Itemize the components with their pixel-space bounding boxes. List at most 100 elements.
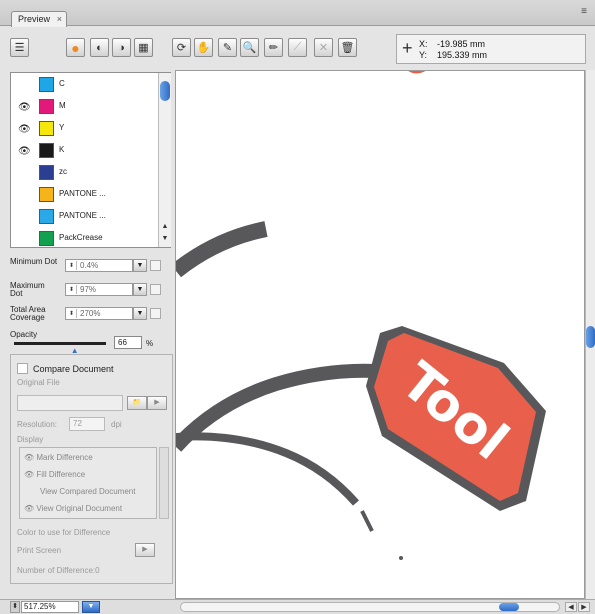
x-coordinate-value: -19.985 mm <box>437 39 486 49</box>
opacity-slider-track[interactable] <box>14 342 106 345</box>
separation-name: M <box>59 101 66 110</box>
opacity-input[interactable]: 66 <box>114 336 142 349</box>
color-swatch <box>39 77 54 92</box>
separation-name: Y <box>59 123 65 132</box>
opacity-unit: % <box>146 339 154 348</box>
scroll-up-icon[interactable]: ▲ <box>159 223 171 234</box>
separation-row[interactable]: 👁 K <box>11 140 157 162</box>
visibility-eye-icon[interactable]: 👁 <box>18 146 31 157</box>
canvas-vertical-scrollbar[interactable] <box>585 70 595 599</box>
min-dot-field[interactable]: ⬍ 0.4% <box>65 259 133 272</box>
min-dot-value: 0.4% <box>80 261 99 270</box>
pencil-icon[interactable]: ✏ <box>264 38 283 57</box>
display-options: 👁 Mark Difference 👁 Fill Difference View… <box>19 447 157 519</box>
color-swatch <box>39 187 54 202</box>
tac-dropdown[interactable]: ▼ <box>133 307 147 320</box>
separation-row[interactable]: zc <box>11 162 157 184</box>
original-file-input[interactable] <box>17 395 123 411</box>
max-dot-label: Maximum Dot <box>10 281 45 298</box>
separation-name: zc <box>59 167 67 176</box>
visibility-eye-icon[interactable]: 👁 <box>18 124 31 135</box>
hand-tool-icon[interactable]: ✋ <box>194 38 213 57</box>
display-option-fill-difference[interactable]: 👁 Fill Difference <box>24 470 85 479</box>
view-mode-icon[interactable]: ▦ <box>134 38 153 57</box>
toolbar: + X: -19.985 mm Y: 195.339 mm ☰ ● ◐ ◑ ▦ ⟳ ✋ ✎ 🔍 ✏… <box>8 34 586 64</box>
min-dot-checkbox[interactable] <box>150 260 161 271</box>
separation-row[interactable]: PANTONE ... <box>11 184 157 206</box>
zoom-control[interactable]: ⬍ 517.25% ▼ <box>10 601 100 613</box>
eyedropper-icon[interactable]: ✎ <box>218 38 237 57</box>
separations-scrollbar[interactable]: ▲ ▼ <box>158 73 171 247</box>
panel-options-icon[interactable]: ≡ <box>581 6 587 17</box>
load-file-button[interactable]: ▶ <box>147 396 167 410</box>
tab-preview-label: Preview <box>18 14 51 24</box>
rotate-icon[interactable]: ⟳ <box>172 38 191 57</box>
panel-menu-icon[interactable]: ☰ <box>10 38 29 57</box>
scroll-right-icon[interactable]: ▶ <box>578 602 590 612</box>
display-option-view-original[interactable]: 👁 View Original Document <box>24 504 122 513</box>
print-screen-label: Print Screen <box>17 546 62 555</box>
left-panel: ▲ ▼ C 👁 M 👁 Y 👁 Kzc PANTONE ... PANTONE ... PackC… <box>8 70 173 610</box>
max-dot-field[interactable]: ⬍ 97% <box>65 283 133 296</box>
visibility-eye-icon[interactable]: 👁 <box>18 102 31 113</box>
tac-checkbox[interactable] <box>150 308 161 319</box>
zoom-tool-icon[interactable]: 🔍 <box>240 38 259 57</box>
scrollbar-thumb[interactable] <box>160 81 170 101</box>
separation-row[interactable]: C <box>11 74 157 96</box>
measure-icon[interactable]: ⟋ <box>288 38 307 57</box>
scroll-left-icon[interactable]: ◀ <box>565 602 577 612</box>
display-option-mark-difference[interactable]: 👁 Mark Difference <box>24 453 93 462</box>
separation-row[interactable]: PackCrease <box>11 228 157 250</box>
separation-name: PackCrease <box>59 233 103 242</box>
zoom-dropdown[interactable]: ▼ <box>82 601 100 613</box>
y-coordinate-label: Y: <box>419 50 428 60</box>
separation-name: PANTONE ... <box>59 211 106 220</box>
separation-name: PANTONE ... <box>59 189 106 198</box>
color-swatch <box>39 165 54 180</box>
color-sphere-icon[interactable]: ● <box>66 38 85 57</box>
compare-document-label: Compare Document <box>33 364 114 374</box>
canvas-horizontal-thumb[interactable] <box>499 603 519 611</box>
browse-folder-icon[interactable]: 📁 <box>127 396 147 410</box>
resolution-unit: dpi <box>111 420 122 429</box>
panel-tab-bar: Preview × ≡ <box>0 0 595 27</box>
separation-row[interactable]: 👁 M <box>11 96 157 118</box>
tab-preview[interactable]: Preview × <box>11 11 67 27</box>
max-dot-dropdown[interactable]: ▼ <box>133 283 147 296</box>
canvas-horizontal-scrollbar[interactable] <box>180 602 560 612</box>
compare-document-checkbox[interactable] <box>17 363 28 374</box>
stepper-icon[interactable]: ⬍ <box>67 285 77 294</box>
artwork-fragment <box>360 510 374 532</box>
zoom-stepper-icon[interactable]: ⬍ <box>10 601 20 613</box>
display-scrollbar[interactable] <box>159 447 169 519</box>
color-swatch <box>39 121 54 136</box>
resolution-input[interactable]: 72 <box>69 417 105 431</box>
color-swatch <box>39 143 54 158</box>
zoom-value[interactable]: 517.25% <box>21 601 79 613</box>
trash-icon[interactable]: 🗑 <box>338 38 357 57</box>
preview-canvas[interactable]: Tool <box>175 70 585 599</box>
difference-count: Number of Difference:0 <box>17 566 100 575</box>
disabled-tool-icon[interactable]: ✕ <box>314 38 333 57</box>
scroll-down-icon[interactable]: ▼ <box>159 235 171 246</box>
min-dot-label: Minimum Dot <box>10 257 58 266</box>
min-dot-dropdown[interactable]: ▼ <box>133 259 147 272</box>
stepper-icon[interactable]: ⬍ <box>67 261 77 270</box>
half-circle-right-icon[interactable]: ◑ <box>112 38 131 57</box>
display-option-label: View Compared Document <box>40 487 136 496</box>
display-option-view-compared[interactable]: View Compared Document <box>40 487 135 496</box>
half-circle-left-icon[interactable]: ◐ <box>90 38 109 57</box>
cursor-coordinates: + X: -19.985 mm Y: 195.339 mm <box>396 34 586 64</box>
display-option-label: Mark Difference <box>36 453 93 462</box>
display-option-label: Fill Difference <box>36 470 86 479</box>
stepper-icon[interactable]: ⬍ <box>67 309 77 318</box>
print-screen-button[interactable]: ▶ <box>135 543 155 557</box>
tac-field[interactable]: ⬍ 270% <box>65 307 133 320</box>
canvas-vertical-thumb[interactable] <box>586 326 595 348</box>
opacity-label: Opacity <box>10 330 38 339</box>
separation-row[interactable]: PANTONE ... <box>11 206 157 228</box>
tab-close-icon[interactable]: × <box>57 12 62 26</box>
separation-row[interactable]: 👁 Y <box>11 118 157 140</box>
max-dot-checkbox[interactable] <box>150 284 161 295</box>
difference-color-label: Color to use for Difference <box>17 528 111 537</box>
